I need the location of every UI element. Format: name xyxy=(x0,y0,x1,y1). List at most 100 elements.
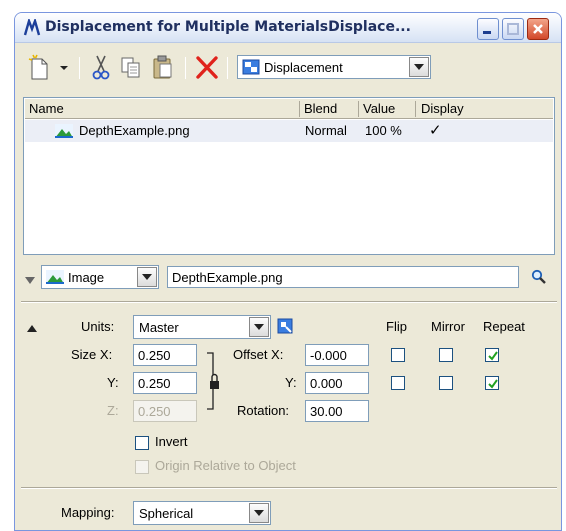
toolbar-separator xyxy=(227,57,228,79)
new-layer-button[interactable] xyxy=(27,53,51,81)
origin-relative-checkbox[interactable] xyxy=(135,460,149,474)
size-x-field[interactable]: 0.250 xyxy=(133,344,197,366)
copy-icon xyxy=(121,57,140,78)
column-divider xyxy=(415,101,416,117)
app-logo-icon xyxy=(23,17,41,37)
offset-x-field[interactable]: -0.000 xyxy=(305,344,369,366)
layer-list[interactable]: Name Blend Value Display DepthExample.pn… xyxy=(23,97,555,255)
image-source-row: Image DepthExample.png xyxy=(15,263,561,293)
size-x-value: 0.250 xyxy=(138,348,171,363)
size-x-label: Size X: xyxy=(71,347,113,362)
column-blend[interactable]: Blend xyxy=(304,101,337,116)
column-name[interactable]: Name xyxy=(29,101,64,116)
section-divider xyxy=(21,487,557,489)
image-filename: DepthExample.png xyxy=(172,270,283,285)
delete-x-icon xyxy=(196,56,218,79)
new-document-icon xyxy=(28,54,48,80)
offset-x-label: Offset X: xyxy=(233,347,284,362)
close-button[interactable] xyxy=(527,18,549,40)
units-label: Units: xyxy=(81,319,115,334)
toolbar-separator xyxy=(185,57,186,79)
mapping-select[interactable]: Spherical xyxy=(133,501,271,525)
rotation-value: 30.00 xyxy=(310,404,343,419)
mirror-x-checkbox[interactable] xyxy=(439,348,453,362)
layer-list-header: Name Blend Value Display xyxy=(25,99,553,119)
aspect-lock-icon[interactable] xyxy=(205,351,227,416)
units-select[interactable]: Master xyxy=(133,315,271,339)
column-display[interactable]: Display xyxy=(421,101,464,116)
image-source-select[interactable]: Image xyxy=(41,265,159,289)
rotation-label: Rotation: xyxy=(237,403,290,418)
map-type-select[interactable]: Displacement xyxy=(237,55,431,79)
size-z-value: 0.250 xyxy=(138,404,171,419)
toolbar-separator xyxy=(79,57,80,79)
repeat-y-checkbox[interactable] xyxy=(485,376,499,390)
search-icon[interactable] xyxy=(531,269,547,288)
toolbar: Displacement xyxy=(15,45,561,89)
size-y-value: 0.250 xyxy=(138,376,171,391)
chevron-down-icon xyxy=(60,66,68,70)
map-type-value: Displacement xyxy=(264,60,343,75)
minimize-button[interactable] xyxy=(477,18,499,40)
checkmark-icon xyxy=(488,351,498,361)
window-title: Displacement for Multiple MaterialsDispl… xyxy=(45,19,411,35)
image-filename-field[interactable]: DepthExample.png xyxy=(167,266,519,288)
mirror-y-checkbox[interactable] xyxy=(439,376,453,390)
invert-label: Invert xyxy=(155,434,188,449)
new-layer-dropdown[interactable] xyxy=(57,53,71,81)
repeat-label: Repeat xyxy=(483,319,525,334)
title-bar[interactable]: Displacement for Multiple MaterialsDispl… xyxy=(15,13,561,43)
mapping-value: Spherical xyxy=(139,506,194,521)
offset-x-value: -0.000 xyxy=(310,348,347,363)
paste-button[interactable] xyxy=(151,53,175,81)
layer-value: 100 % xyxy=(365,123,402,138)
mapping-label: Mapping: xyxy=(61,505,115,520)
paste-icon xyxy=(153,55,172,79)
image-source-dropdown[interactable] xyxy=(137,267,157,287)
displacement-window: Displacement for Multiple MaterialsDispl… xyxy=(14,12,562,531)
collapse-triangle-icon[interactable] xyxy=(25,273,35,288)
layer-blend: Normal xyxy=(305,123,347,138)
mapping-dropdown[interactable] xyxy=(249,503,269,523)
column-value[interactable]: Value xyxy=(363,101,395,116)
maximize-button[interactable] xyxy=(502,18,524,40)
repeat-x-checkbox[interactable] xyxy=(485,348,499,362)
chevron-down-icon xyxy=(254,510,264,516)
layer-name: DepthExample.png xyxy=(79,123,190,138)
offset-y-label: Y: xyxy=(285,375,297,390)
invert-checkbox[interactable] xyxy=(135,436,149,450)
size-y-label: Y: xyxy=(107,375,119,390)
layer-row[interactable]: DepthExample.png Normal 100 % ✓ xyxy=(25,120,553,142)
collapse-up-triangle-icon[interactable] xyxy=(27,321,37,336)
flip-x-checkbox[interactable] xyxy=(391,348,405,362)
scissors-icon xyxy=(92,55,110,80)
layer-display-check[interactable]: ✓ xyxy=(429,121,442,139)
origin-relative-label: Origin Relative to Object xyxy=(155,458,296,473)
chevron-down-icon xyxy=(254,324,264,330)
column-divider xyxy=(358,101,359,117)
chevron-down-icon xyxy=(142,274,152,280)
rotation-field[interactable]: 30.00 xyxy=(305,400,369,422)
flip-label: Flip xyxy=(386,319,407,334)
delete-button[interactable] xyxy=(195,53,219,81)
size-z-label: Z: xyxy=(107,403,119,418)
map-type-dropdown[interactable] xyxy=(409,57,429,77)
image-thumbnail-icon xyxy=(55,124,73,141)
size-z-field[interactable]: 0.250 xyxy=(133,400,197,422)
chevron-down-icon xyxy=(414,64,424,70)
flip-y-checkbox[interactable] xyxy=(391,376,405,390)
mirror-label: Mirror xyxy=(431,319,465,334)
units-settings-icon[interactable] xyxy=(277,318,293,337)
units-value: Master xyxy=(139,320,179,335)
offset-y-field[interactable]: 0.000 xyxy=(305,372,369,394)
offset-y-value: 0.000 xyxy=(310,376,343,391)
copy-button[interactable] xyxy=(119,53,143,81)
units-dropdown[interactable] xyxy=(249,317,269,337)
size-y-field[interactable]: 0.250 xyxy=(133,372,197,394)
cut-button[interactable] xyxy=(89,53,113,81)
checkmark-icon xyxy=(488,379,498,389)
column-divider xyxy=(299,101,300,117)
section-divider xyxy=(21,301,557,303)
image-source-value: Image xyxy=(68,270,105,285)
displacement-map-icon xyxy=(242,59,260,78)
